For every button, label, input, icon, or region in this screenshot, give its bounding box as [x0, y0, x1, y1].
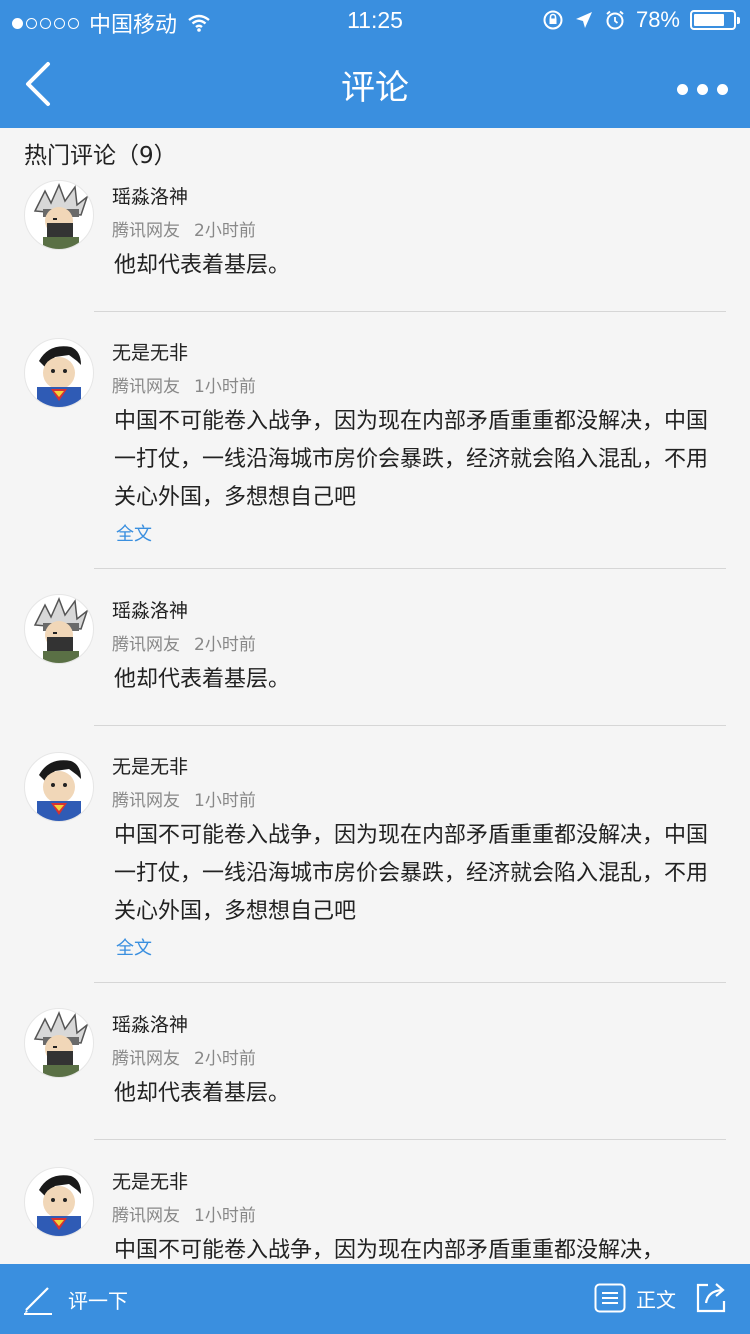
- divider: [94, 311, 726, 312]
- ninja-avatar-icon[interactable]: [24, 180, 94, 250]
- ninja-avatar-icon[interactable]: [24, 1008, 94, 1078]
- page-title: 评论: [341, 68, 409, 108]
- comment-username[interactable]: 无是无非: [112, 338, 188, 365]
- comment-username[interactable]: 无是无非: [112, 752, 188, 779]
- battery-icon: [690, 10, 740, 30]
- divider: [94, 725, 726, 726]
- comment-source: 腾讯网友: [112, 377, 180, 397]
- full-text-link[interactable]: 全文: [116, 520, 152, 546]
- nav-bar: 评论: [0, 40, 750, 128]
- comment-meta: 腾讯网友 2小时前: [112, 630, 256, 655]
- comment-meta: 腾讯网友 1小时前: [112, 1201, 256, 1226]
- ninja-avatar-icon[interactable]: [24, 594, 94, 664]
- comment-meta: 腾讯网友 2小时前: [112, 1044, 256, 1069]
- comment-time: 2小时前: [194, 635, 256, 655]
- write-comment-button[interactable]: 评一下: [22, 1282, 128, 1316]
- write-comment-label: 评一下: [68, 1288, 128, 1313]
- location-arrow-icon: [575, 12, 592, 28]
- comment-source: 腾讯网友: [112, 635, 180, 655]
- divider: [94, 982, 726, 983]
- comment-text: 中国不可能卷入战争，因为现在内部矛盾重重都没解决，中国一打仗，一线沿海城市房价会…: [114, 823, 709, 924]
- more-options-icon[interactable]: [677, 84, 728, 95]
- superhero-avatar-icon[interactable]: [24, 1167, 94, 1237]
- comment-text: 他却代表着基层。: [114, 667, 291, 692]
- article-icon: [594, 1283, 626, 1313]
- comment-time: 1小时前: [194, 1206, 256, 1226]
- full-text-link[interactable]: 全文: [116, 934, 152, 960]
- comment-text: 他却代表着基层。: [114, 253, 291, 278]
- article-button[interactable]: 正文: [594, 1283, 676, 1313]
- superhero-avatar-icon[interactable]: [24, 752, 94, 822]
- divider: [94, 568, 726, 569]
- battery-percent: 78%: [635, 7, 680, 32]
- bottom-toolbar: 评一下 正文: [0, 1264, 750, 1334]
- comment-source: 腾讯网友: [112, 221, 180, 241]
- comment-username[interactable]: 无是无非: [112, 1167, 188, 1194]
- comment-time: 1小时前: [194, 791, 256, 811]
- comment-username[interactable]: 瑶淼洛神: [112, 596, 188, 623]
- status-bar: 中国移动 11:25 78%: [0, 0, 750, 40]
- comment-text: 他却代表着基层。: [114, 1081, 291, 1106]
- comment-meta: 腾讯网友 2小时前: [112, 216, 256, 241]
- hot-comments-heading: 热门评论（9）: [24, 143, 177, 169]
- comment-time: 2小时前: [194, 1049, 256, 1069]
- comments-content[interactable]: 热门评论（9） 瑶淼洛神 腾讯网友 2小时前 他却代表着基层。 无是无非 腾讯网…: [0, 128, 750, 1264]
- share-icon: [696, 1283, 726, 1313]
- comment-meta: 腾讯网友 1小时前: [112, 372, 256, 397]
- comment-time: 1小时前: [194, 377, 256, 397]
- comment-text: 中国不可能卷入战争，因为现在内部矛盾重重都没解决，中国一打仗，一线沿海城市房价会…: [114, 409, 709, 510]
- share-button[interactable]: [694, 1281, 728, 1320]
- pen-icon: [24, 1287, 52, 1315]
- comment-source: 腾讯网友: [112, 1206, 180, 1226]
- divider: [94, 1139, 726, 1140]
- comment-text: 中国不可能卷入战争，因为现在内部矛盾重重都没解决，: [114, 1238, 665, 1263]
- comment-source: 腾讯网友: [112, 791, 180, 811]
- comment-meta: 腾讯网友 1小时前: [112, 786, 256, 811]
- comment-username[interactable]: 瑶淼洛神: [112, 182, 188, 209]
- comment-username[interactable]: 瑶淼洛神: [112, 1010, 188, 1037]
- article-label: 正文: [636, 1287, 676, 1312]
- status-right: 78%: [542, 7, 740, 33]
- comment-time: 2小时前: [194, 221, 256, 241]
- superhero-avatar-icon[interactable]: [24, 338, 94, 408]
- rotation-lock-icon: [543, 10, 563, 30]
- comment-source: 腾讯网友: [112, 1049, 180, 1069]
- alarm-icon: [606, 10, 624, 30]
